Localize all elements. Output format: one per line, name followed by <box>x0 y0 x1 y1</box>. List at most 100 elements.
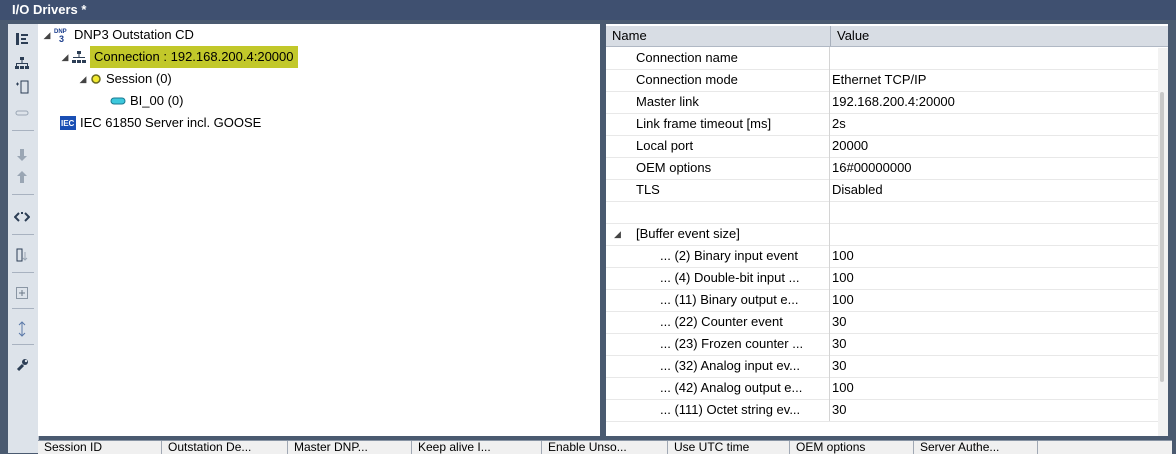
network-icon[interactable] <box>8 52 36 74</box>
tree-item-connection[interactable]: ◢ Connection : 192.168.200.4:20000 <box>58 46 298 68</box>
svg-text:IEC: IEC <box>61 119 75 128</box>
wrench-icon[interactable] <box>8 354 36 376</box>
property-row[interactable]: TLS Disabled <box>606 179 1158 202</box>
scrollbar-thumb[interactable] <box>1160 92 1164 382</box>
property-value[interactable]: 100 <box>832 245 1152 267</box>
property-row[interactable]: ... (32) Analog input ev... 30 <box>606 355 1158 378</box>
bottom-column-header[interactable]: Outstation De... <box>162 441 288 454</box>
property-name: ... (111) Octet string ev... <box>606 399 830 421</box>
property-row[interactable]: ... (2) Binary input event 100 <box>606 245 1158 268</box>
bottom-column-header[interactable]: OEM options <box>790 441 914 454</box>
sort-icon[interactable] <box>8 244 36 266</box>
session-circle-icon <box>90 73 102 85</box>
property-row[interactable]: OEM options 16#00000000 <box>606 157 1158 180</box>
tree-item-label: BI_00 (0) <box>130 93 184 108</box>
property-name-text: Connection mode <box>636 72 738 87</box>
property-value[interactable]: 30 <box>832 333 1152 355</box>
property-name-text: [Buffer event size] <box>636 226 740 241</box>
expand-arrow-icon[interactable]: ◢ <box>58 46 72 68</box>
property-value[interactable]: 30 <box>832 355 1152 377</box>
property-name-text: Master link <box>636 94 699 109</box>
property-name: ... (4) Double-bit input ... <box>606 267 830 289</box>
expand-arrow-icon[interactable]: ◢ <box>614 223 621 245</box>
tree-item-label: DNP3 Outstation CD <box>74 27 194 42</box>
tree-item-iec61850[interactable]: IEC IEC 61850 Server incl. GOOSE <box>60 112 261 134</box>
property-name: ... (23) Frozen counter ... <box>606 333 830 355</box>
property-row[interactable]: ◢ [Buffer event size] <box>606 223 1158 246</box>
property-name-text: ... (11) Binary output e... <box>660 292 799 307</box>
property-name-text: TLS <box>636 182 660 197</box>
property-name <box>606 201 830 223</box>
dnp3-icon: DNP 3 <box>54 27 70 43</box>
tree-item-session[interactable]: ◢ Session (0) <box>76 68 172 90</box>
property-value[interactable]: 100 <box>832 267 1152 289</box>
property-name: Connection name <box>606 47 830 69</box>
property-name-text: Local port <box>636 138 694 153</box>
property-row[interactable]: ... (23) Frozen counter ... 30 <box>606 333 1158 356</box>
property-value[interactable]: 100 <box>832 289 1152 311</box>
property-name-text: Connection name <box>636 50 738 65</box>
property-row[interactable]: ... (4) Double-bit input ... 100 <box>606 267 1158 290</box>
property-name: ... (11) Binary output e... <box>606 289 830 311</box>
tree-item-bi00[interactable]: BI_00 (0) <box>110 90 183 112</box>
expand-arrow-icon[interactable]: ◢ <box>40 24 54 46</box>
driver-tree[interactable]: ◢ DNP 3 DNP3 Outstation CD ◢ Connection :… <box>38 24 600 436</box>
window-title: I/O Drivers * <box>0 0 1176 20</box>
link-icon[interactable] <box>8 102 36 124</box>
property-row[interactable]: ... (111) Octet string ev... 30 <box>606 399 1158 422</box>
scroll-icon[interactable] <box>8 318 36 340</box>
property-row[interactable]: Connection name <box>606 47 1158 70</box>
property-value[interactable]: 20000 <box>832 135 1152 157</box>
property-name: OEM options <box>606 157 830 179</box>
bottom-column-header[interactable]: Master DNP... <box>288 441 412 454</box>
column-header-value[interactable]: Value <box>830 26 869 46</box>
property-name: TLS <box>606 179 830 201</box>
property-value[interactable]: 100 <box>832 377 1152 399</box>
property-name: Local port <box>606 135 830 157</box>
insert-icon[interactable] <box>8 76 36 98</box>
align-left-icon[interactable] <box>8 28 36 50</box>
property-value[interactable]: Ethernet TCP/IP <box>832 69 1152 91</box>
move-down-icon[interactable] <box>8 144 36 166</box>
move-up-icon[interactable] <box>8 166 36 188</box>
network-icon <box>72 50 86 64</box>
bottom-column-header[interactable]: Enable Unso... <box>542 441 668 454</box>
tree-item-label: Session (0) <box>106 71 172 86</box>
property-row[interactable]: Local port 20000 <box>606 135 1158 158</box>
property-row[interactable]: Connection mode Ethernet TCP/IP <box>606 69 1158 92</box>
expand-arrow-icon[interactable]: ◢ <box>76 68 90 90</box>
add-icon[interactable] <box>8 282 36 304</box>
property-name-text: Link frame timeout [ms] <box>636 116 772 131</box>
property-value[interactable]: Disabled <box>832 179 1152 201</box>
tree-item-label: IEC 61850 Server incl. GOOSE <box>80 115 262 130</box>
tree-item-dnp3-outstation[interactable]: ◢ DNP 3 DNP3 Outstation CD <box>40 24 194 46</box>
bottom-column-header[interactable]: Server Authe... <box>914 441 1038 454</box>
code-icon[interactable] <box>8 206 36 228</box>
property-name: Connection mode <box>606 69 830 91</box>
bottom-column-header[interactable]: Use UTC time <box>668 441 790 454</box>
property-row[interactable]: ... (22) Counter event 30 <box>606 311 1158 334</box>
vertical-scrollbar[interactable] <box>1158 48 1168 436</box>
data-point-icon <box>110 97 126 105</box>
column-header-name[interactable]: Name <box>606 26 647 46</box>
property-row[interactable]: ... (42) Analog output e... 100 <box>606 377 1158 400</box>
property-row[interactable] <box>606 201 1158 224</box>
property-value[interactable]: 16#00000000 <box>832 157 1152 179</box>
properties-panel: Name Value Connection name Connection mod… <box>606 24 1168 436</box>
vertical-toolbar <box>8 24 39 453</box>
property-row[interactable]: Link frame timeout [ms] 2s <box>606 113 1158 136</box>
session-table-header: Session ID Outstation De... Master DNP... K… <box>38 440 1172 454</box>
property-value[interactable]: 30 <box>832 399 1152 421</box>
property-name: ... (2) Binary input event <box>606 245 830 267</box>
property-name-text: ... (22) Counter event <box>660 314 783 329</box>
property-row[interactable]: ... (11) Binary output e... 100 <box>606 289 1158 312</box>
property-name-text: OEM options <box>636 160 712 175</box>
property-name-text: ... (2) Binary input event <box>660 248 799 263</box>
property-value[interactable]: 30 <box>832 311 1152 333</box>
property-value[interactable]: 192.168.200.4:20000 <box>832 91 1152 113</box>
property-row[interactable]: Master link 192.168.200.4:20000 <box>606 91 1158 114</box>
property-value[interactable]: 2s <box>832 113 1152 135</box>
tree-item-label: Connection : 192.168.200.4:20000 <box>90 46 298 68</box>
bottom-column-header[interactable]: Keep alive I... <box>412 441 542 454</box>
bottom-column-header[interactable]: Session ID <box>38 441 162 454</box>
